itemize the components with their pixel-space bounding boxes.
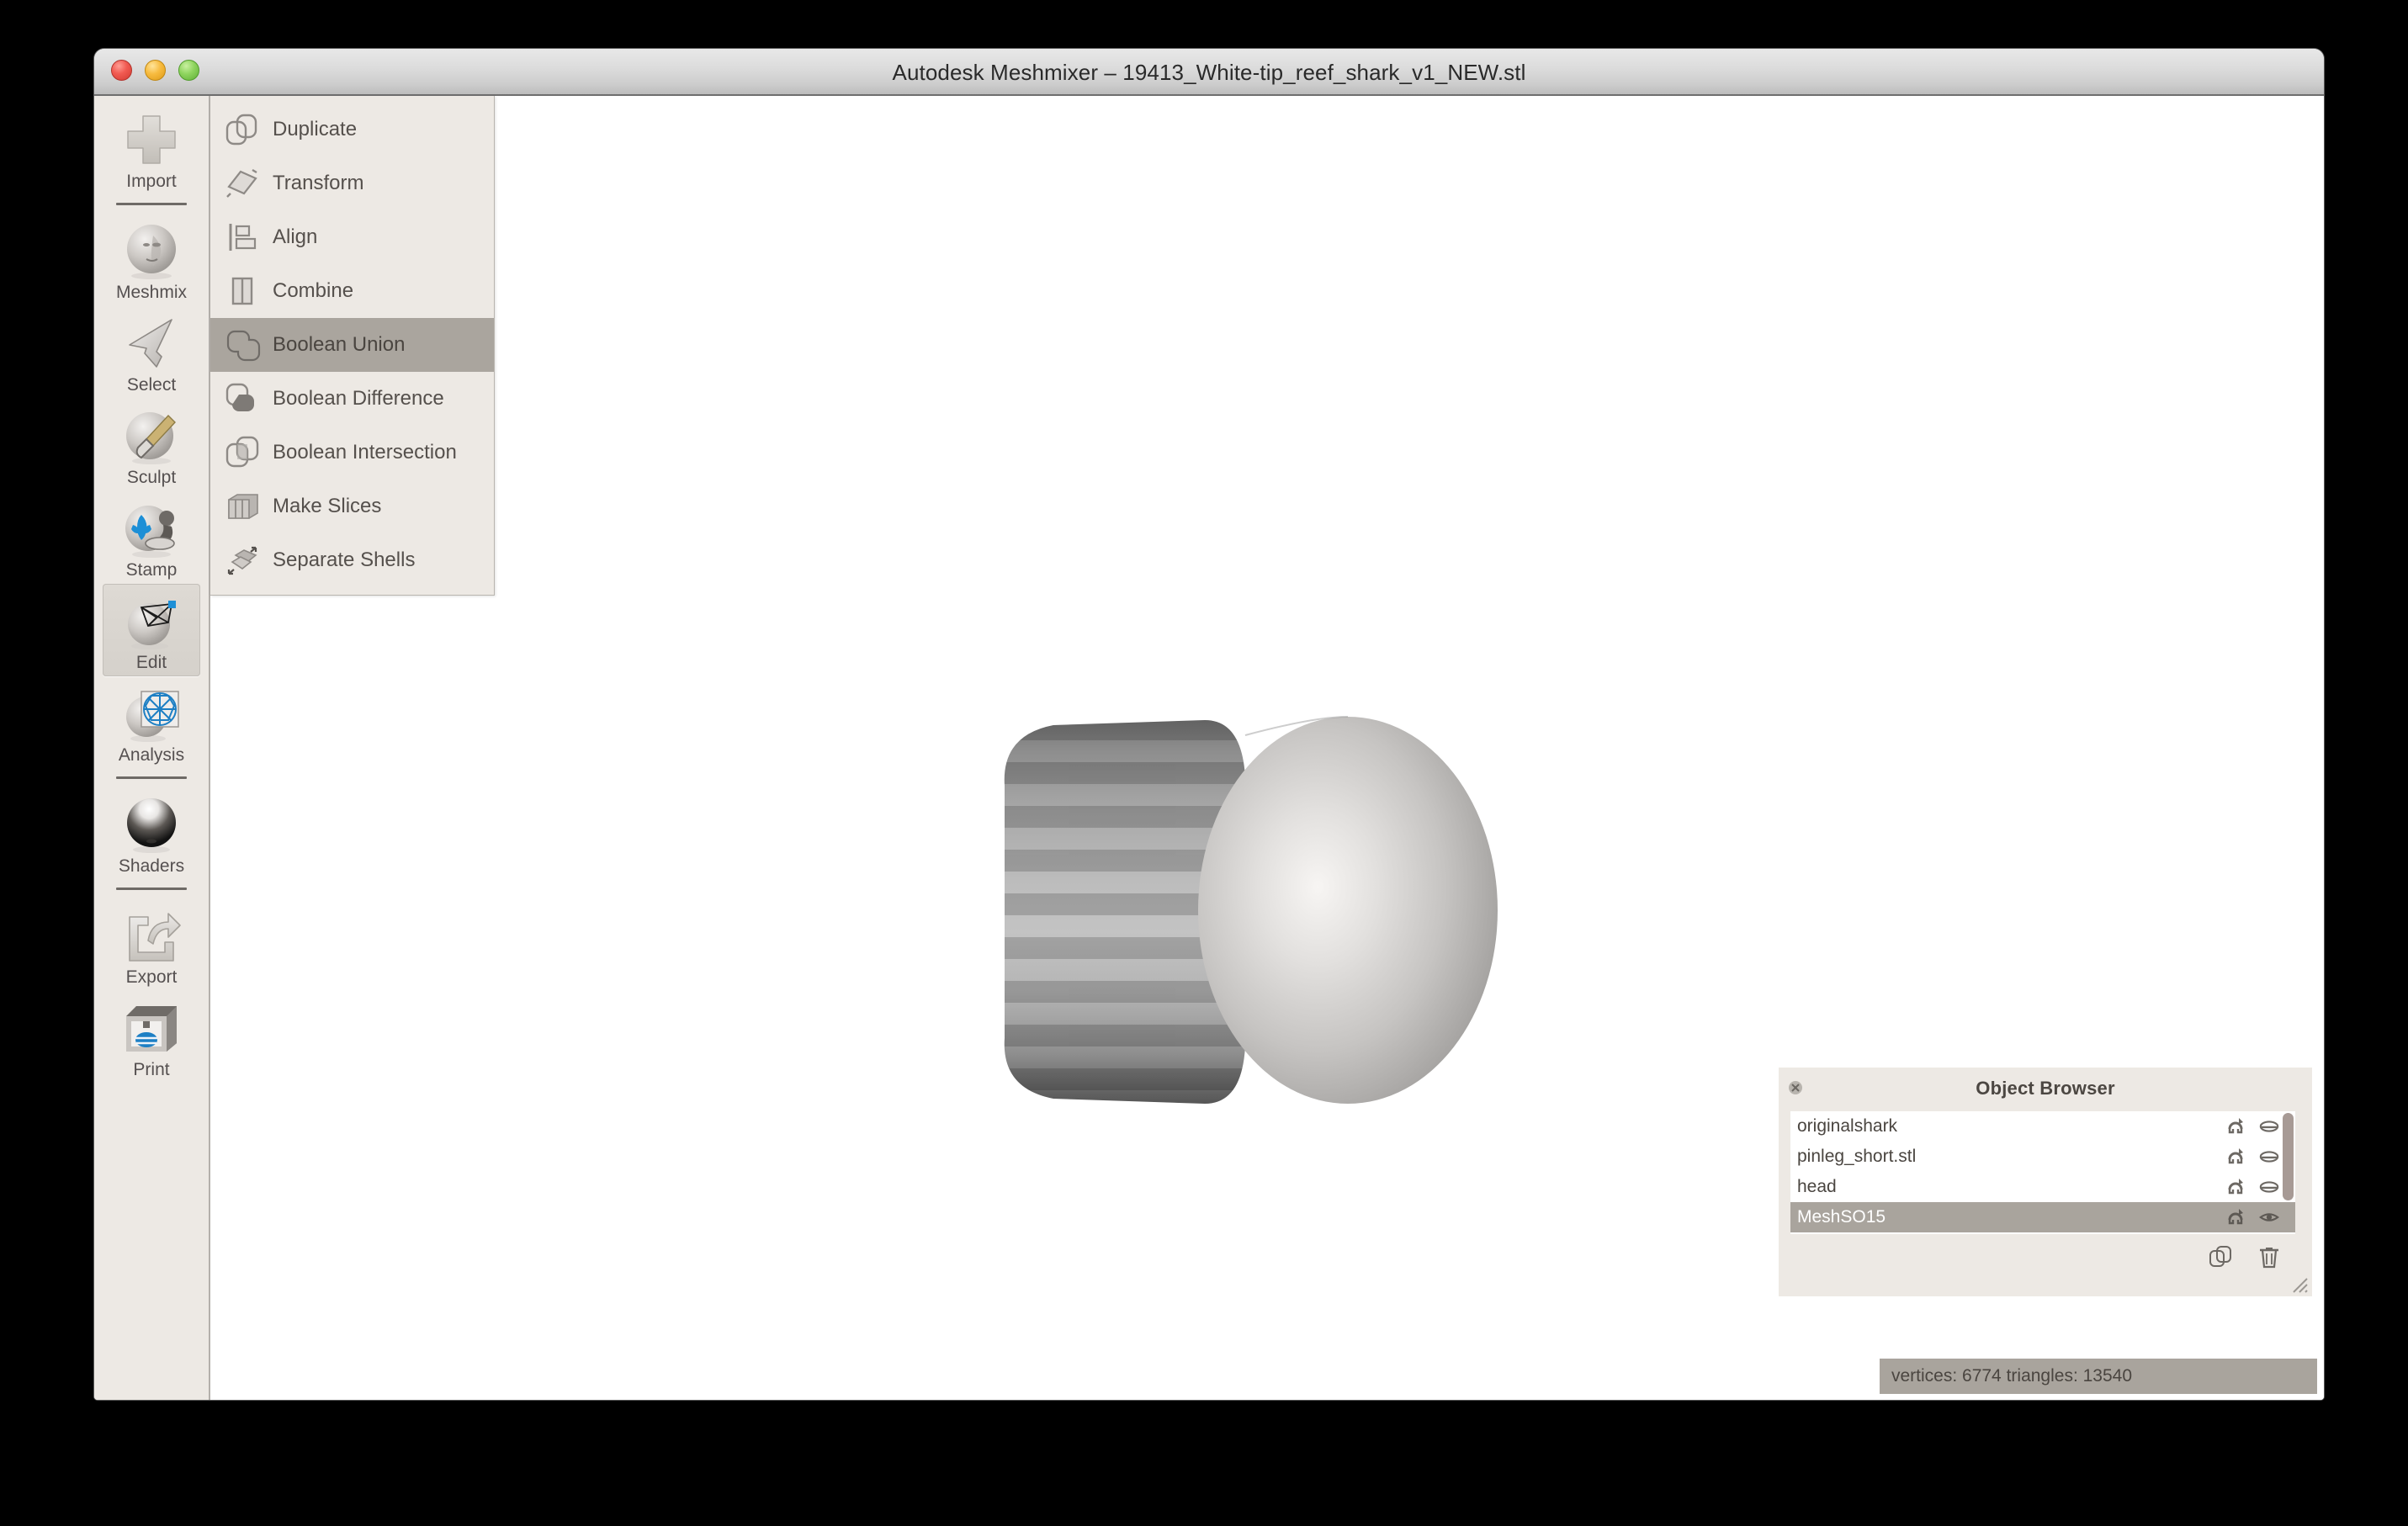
menu-item-label: Duplicate xyxy=(273,118,357,141)
menu-item-boolean-union[interactable]: Boolean Union xyxy=(210,318,494,372)
menu-item-separate-shells[interactable]: Separate Shells xyxy=(210,533,494,587)
eye-closed-icon[interactable] xyxy=(2258,1176,2280,1198)
resize-grip-icon[interactable] xyxy=(2289,1274,2309,1294)
sidebar-item-select[interactable]: Select xyxy=(103,306,200,399)
window-titlebar: Autodesk Meshmixer – 19413_White-tip_ree… xyxy=(94,49,2324,96)
align-icon xyxy=(224,219,261,256)
boolean-difference-icon xyxy=(224,380,261,417)
magnet-icon[interactable] xyxy=(2225,1176,2246,1198)
sidebar-item-import[interactable]: Import xyxy=(103,103,200,195)
sidebar-item-label: Shaders xyxy=(103,857,200,876)
menu-item-label: Make Slices xyxy=(273,495,381,518)
list-item[interactable]: pinleg_short.stl xyxy=(1790,1142,2295,1172)
object-list[interactable]: originalshark xyxy=(1790,1111,2295,1234)
make-slices-icon xyxy=(224,488,261,525)
sidebar-item-label: Import xyxy=(103,172,200,191)
sidebar-item-sculpt[interactable]: Sculpt xyxy=(103,399,200,491)
sidebar-item-label: Select xyxy=(103,376,200,395)
boolean-union-icon xyxy=(224,326,261,363)
sidebar-divider xyxy=(116,776,187,779)
sidebar-item-stamp[interactable]: Stamp xyxy=(103,491,200,584)
application-window: Autodesk Meshmixer – 19413_White-tip_ree… xyxy=(94,49,2324,1400)
magnet-icon[interactable] xyxy=(2225,1115,2246,1137)
sidebar-divider xyxy=(116,888,187,890)
brush-sphere-icon xyxy=(119,404,183,468)
menu-item-label: Combine xyxy=(273,279,353,303)
trash-icon[interactable] xyxy=(2257,1244,2282,1269)
duplicate-icon xyxy=(224,111,261,148)
eye-open-icon[interactable] xyxy=(2258,1206,2280,1228)
sidebar-item-label: Sculpt xyxy=(103,469,200,487)
menu-item-boolean-intersection[interactable]: Boolean Intersection xyxy=(210,426,494,480)
sidebar-item-label: Print xyxy=(103,1061,200,1079)
combine-icon xyxy=(224,273,261,310)
tool-sidebar: Import Meshmix xyxy=(94,96,210,1400)
menu-item-label: Separate Shells xyxy=(273,548,415,572)
sidebar-item-shaders[interactable]: Shaders xyxy=(103,787,200,880)
status-text: vertices: 6774 triangles: 13540 xyxy=(1891,1366,2132,1386)
face-sphere-icon xyxy=(119,219,183,283)
window-body: Import Meshmix xyxy=(94,96,2324,1400)
duplicate-icon[interactable] xyxy=(2208,1244,2233,1269)
object-browser-panel[interactable]: Object Browser originalshark xyxy=(1779,1068,2312,1296)
status-bar: vertices: 6774 triangles: 13540 xyxy=(1880,1359,2317,1394)
magnet-icon[interactable] xyxy=(2225,1146,2246,1168)
magnet-icon[interactable] xyxy=(2225,1206,2246,1228)
window-title: Autodesk Meshmixer – 19413_White-tip_ree… xyxy=(94,60,2324,86)
sidebar-item-label: Meshmix xyxy=(103,283,200,302)
boolean-intersection-icon xyxy=(224,434,261,471)
list-item[interactable]: originalshark xyxy=(1790,1111,2295,1142)
menu-item-make-slices[interactable]: Make Slices xyxy=(210,480,494,533)
sidebar-item-label: Export xyxy=(103,968,200,987)
sidebar-item-print[interactable]: Print xyxy=(103,991,200,1084)
menu-item-align[interactable]: Align xyxy=(210,210,494,264)
menu-item-boolean-difference[interactable]: Boolean Difference xyxy=(210,372,494,426)
stamp-sphere-icon xyxy=(119,496,183,560)
printer-icon xyxy=(119,996,183,1060)
menu-item-label: Transform xyxy=(273,172,363,195)
object-browser-footer xyxy=(1790,1236,2300,1278)
wireframe-sphere-icon xyxy=(119,681,183,745)
shaded-sphere-icon xyxy=(119,792,183,856)
plus-icon xyxy=(119,108,183,172)
eye-closed-icon[interactable] xyxy=(2258,1115,2280,1137)
transform-icon xyxy=(224,165,261,202)
cursor-arrow-icon xyxy=(119,311,183,375)
sidebar-item-meshmix[interactable]: Meshmix xyxy=(103,214,200,306)
viewport-3d[interactable]: Object Browser originalshark xyxy=(212,96,2324,1400)
list-item[interactable]: head xyxy=(1790,1172,2295,1202)
object-name: pinleg_short.stl xyxy=(1797,1147,2225,1167)
close-icon[interactable] xyxy=(1787,1079,1804,1096)
export-arrow-icon xyxy=(119,903,183,967)
menu-item-label: Boolean Union xyxy=(273,333,405,357)
sidebar-item-label: Stamp xyxy=(103,561,200,580)
object-name: MeshSO15 xyxy=(1797,1207,2225,1227)
menu-item-transform[interactable]: Transform xyxy=(210,156,494,210)
object-name: originalshark xyxy=(1797,1116,2225,1137)
sidebar-item-label: Analysis xyxy=(103,746,200,765)
object-name: head xyxy=(1797,1177,2225,1197)
list-item[interactable]: MeshSO15 xyxy=(1790,1202,2295,1232)
menu-item-duplicate[interactable]: Duplicate xyxy=(210,103,494,156)
sidebar-item-edit[interactable]: Edit xyxy=(103,584,200,676)
sidebar-item-analysis[interactable]: Analysis xyxy=(103,676,200,769)
separate-shells-icon xyxy=(224,542,261,579)
menu-item-combine[interactable]: Combine xyxy=(210,264,494,318)
menu-item-label: Align xyxy=(273,225,317,249)
eye-closed-icon[interactable] xyxy=(2258,1146,2280,1168)
sidebar-divider xyxy=(116,203,187,205)
menu-item-label: Boolean Intersection xyxy=(273,441,457,464)
menu-item-label: Boolean Difference xyxy=(273,387,444,411)
scrollbar-thumb[interactable] xyxy=(2283,1113,2294,1200)
mesh-sphere-icon xyxy=(119,589,183,653)
sidebar-item-export[interactable]: Export xyxy=(103,898,200,991)
object-browser-title: Object Browser xyxy=(1779,1068,2312,1099)
edit-flyout-menu[interactable]: Duplicate Transform Align xyxy=(210,96,495,596)
model-capsule[interactable] xyxy=(952,685,1592,1122)
desktop-background: Autodesk Meshmixer – 19413_White-tip_ree… xyxy=(0,0,2408,1526)
sidebar-item-label: Edit xyxy=(103,654,200,672)
